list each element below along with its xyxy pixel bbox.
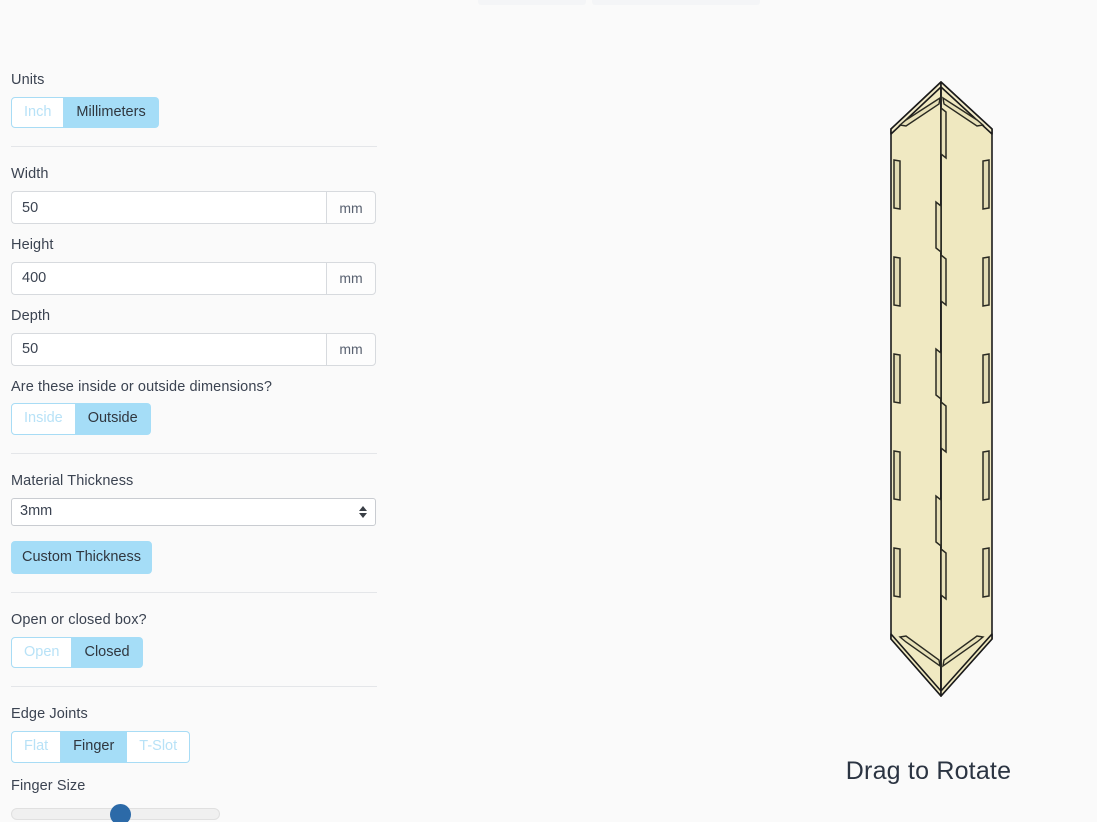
material-thickness-select[interactable]: 3mm: [11, 497, 376, 526]
units-section: Units Inch Millimeters: [0, 70, 388, 129]
controls-panel: Units Inch Millimeters Width mm Height m…: [0, 70, 388, 822]
box-type-section: Open or closed box? Open Closed: [0, 610, 388, 669]
width-input[interactable]: [11, 191, 326, 224]
depth-input[interactable]: [11, 332, 326, 366]
units-label: Units: [11, 72, 45, 88]
divider-3: [11, 592, 377, 593]
divider-2: [11, 452, 377, 454]
edge-joints-option-flat[interactable]: Flat: [11, 731, 62, 763]
edge-joints-option-tslot[interactable]: T-Slot: [127, 731, 191, 763]
box-type-option-closed[interactable]: Closed: [72, 636, 143, 669]
height-input[interactable]: [11, 261, 326, 295]
height-unit-addon: mm: [326, 261, 376, 295]
height-label: Height: [11, 237, 54, 253]
divider-4: [11, 686, 377, 688]
drag-to-rotate-hint: Drag to Rotate: [845, 757, 1012, 785]
dimension-mode-option-inside[interactable]: Inside: [11, 403, 76, 435]
dimensions-section: Width mm Height mm Depth mm Are these in…: [0, 164, 388, 435]
box-type-option-open[interactable]: Open: [11, 636, 73, 669]
material-thickness-section: Material Thickness 3mm Custom Thickness: [0, 471, 388, 574]
units-option-millimeters[interactable]: Millimeters: [64, 96, 159, 129]
box-type-label: Open or closed box?: [11, 612, 147, 628]
units-option-inch[interactable]: Inch: [11, 96, 65, 129]
dimension-mode-label: Are these inside or outside dimensions?: [11, 378, 273, 395]
top-cutoff-segment-1: [478, 0, 586, 5]
box-3d-render[interactable]: [760, 0, 1097, 760]
edge-joints-toggle-group[interactable]: Flat Finger T-Slot: [11, 731, 377, 763]
depth-label: Depth: [11, 307, 51, 324]
depth-unit-addon: mm: [326, 332, 376, 366]
units-toggle-group[interactable]: Inch Millimeters: [11, 96, 377, 129]
edge-joints-option-finger[interactable]: Finger: [61, 731, 128, 763]
finger-size-slider-row: [11, 808, 377, 822]
height-input-group: mm: [11, 261, 376, 295]
edge-joints-section: Edge Joints Flat Finger T-Slot Finger Si…: [0, 704, 388, 822]
width-unit-addon: mm: [326, 191, 376, 224]
top-cutoff-segment-2: [592, 0, 760, 5]
dimension-mode-toggle-group[interactable]: Inside Outside: [11, 403, 377, 435]
preview-viewport[interactable]: Drag to Rotate: [760, 0, 1097, 822]
box-generator-page: Units Inch Millimeters Width mm Height m…: [0, 0, 1097, 822]
custom-thickness-button[interactable]: Custom Thickness: [11, 540, 152, 574]
divider-1: [11, 146, 377, 148]
finger-size-slider[interactable]: [11, 808, 220, 821]
finger-size-label: Finger Size: [11, 777, 86, 794]
width-input-group: mm: [11, 191, 376, 224]
material-thickness-select-wrap: 3mm: [11, 497, 376, 526]
material-thickness-label: Material Thickness: [11, 472, 134, 489]
width-label: Width: [11, 166, 49, 183]
depth-input-group: mm: [11, 332, 376, 366]
edge-joints-label: Edge Joints: [11, 706, 88, 723]
box-type-toggle-group[interactable]: Open Closed: [11, 636, 377, 669]
dimension-mode-option-outside[interactable]: Outside: [75, 403, 151, 435]
